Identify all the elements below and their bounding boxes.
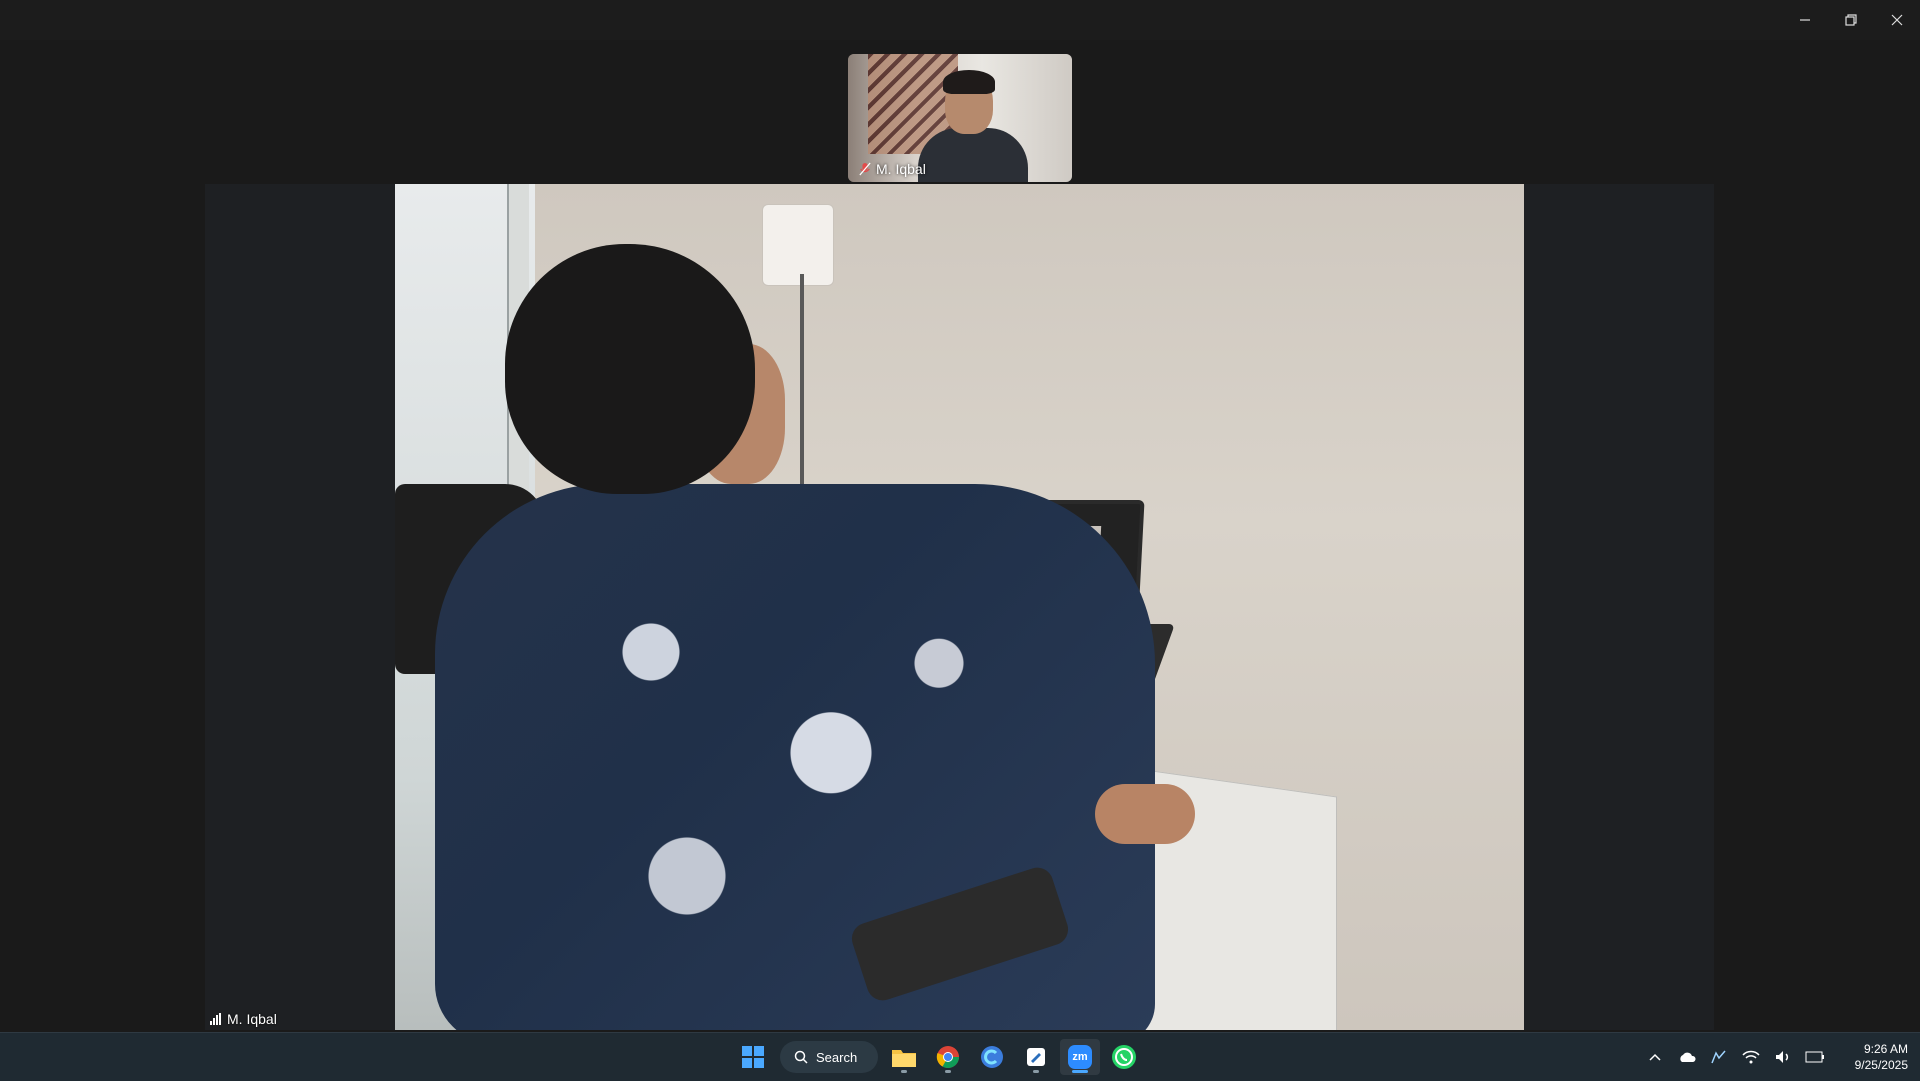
close-icon — [1891, 14, 1903, 26]
start-button[interactable] — [733, 1039, 773, 1075]
self-view-person-hair — [943, 70, 995, 94]
file-explorer-icon — [892, 1050, 916, 1067]
chevron-up-icon — [1649, 1053, 1661, 1061]
clock-date: 9/25/2025 — [1854, 1058, 1908, 1072]
copilot-icon — [981, 1046, 1003, 1068]
taskbar-search[interactable]: Search — [780, 1041, 878, 1073]
zoom-icon-label: zm — [1072, 1051, 1088, 1063]
clock[interactable]: 9:26 AM 9/25/2025 — [1836, 1041, 1908, 1073]
wifi-button[interactable] — [1740, 1046, 1762, 1068]
running-indicator — [1033, 1070, 1039, 1073]
muted-mic-icon — [858, 161, 872, 177]
main-participant-label: M. Iqbal — [210, 1009, 277, 1029]
running-indicator — [945, 1070, 951, 1073]
self-view-label: M. Iqbal — [858, 160, 926, 178]
notepad-button[interactable] — [1016, 1039, 1056, 1075]
pen-input-button[interactable] — [1708, 1046, 1730, 1068]
chrome-icon — [936, 1046, 959, 1068]
file-explorer-button[interactable] — [884, 1039, 924, 1075]
cloud-icon — [1680, 1052, 1696, 1062]
restore-button[interactable] — [1828, 0, 1874, 40]
windows-taskbar: Search zm 9:26 AM 9/25/2025 — [0, 1032, 1920, 1081]
show-hidden-icons-button[interactable] — [1644, 1046, 1666, 1068]
self-view-name: M. Iqbal — [876, 161, 926, 177]
onedrive-button[interactable] — [1676, 1046, 1698, 1068]
active-indicator — [1072, 1070, 1088, 1073]
restore-icon — [1845, 14, 1857, 26]
whatsapp-button[interactable] — [1104, 1039, 1144, 1075]
volume-button[interactable] — [1772, 1046, 1794, 1068]
scene-person-head — [505, 244, 755, 494]
battery-icon — [1805, 1051, 1824, 1063]
minimize-icon — [1800, 19, 1810, 21]
whatsapp-icon — [1112, 1045, 1136, 1069]
search-label: Search — [816, 1049, 858, 1065]
close-button[interactable] — [1874, 0, 1920, 40]
window-titlebar — [0, 0, 1920, 40]
copilot-button[interactable] — [972, 1039, 1012, 1075]
battery-button[interactable] — [1804, 1046, 1826, 1068]
clock-time: 9:26 AM — [1863, 1042, 1908, 1056]
self-view-person-body — [918, 128, 1028, 182]
pen-icon — [1711, 1050, 1726, 1064]
volume-icon — [1776, 1051, 1789, 1063]
scene-person-shirt — [435, 484, 1155, 1030]
notepad-icon — [1027, 1048, 1045, 1066]
main-video-feed[interactable] — [395, 184, 1524, 1030]
wifi-icon — [1742, 1050, 1760, 1064]
scene-cable-box — [762, 204, 834, 286]
system-tray: 9:26 AM 9/25/2025 — [1644, 1033, 1908, 1081]
scene-person-hand — [1095, 784, 1195, 844]
signal-strength-icon — [210, 1013, 221, 1025]
running-indicator — [901, 1070, 907, 1073]
zoom-button[interactable]: zm — [1060, 1039, 1100, 1075]
chrome-button[interactable] — [928, 1039, 968, 1075]
minimize-button[interactable] — [1782, 0, 1828, 40]
main-participant-name: M. Iqbal — [227, 1011, 277, 1027]
windows-start-icon — [742, 1046, 764, 1068]
search-icon — [794, 1050, 808, 1064]
